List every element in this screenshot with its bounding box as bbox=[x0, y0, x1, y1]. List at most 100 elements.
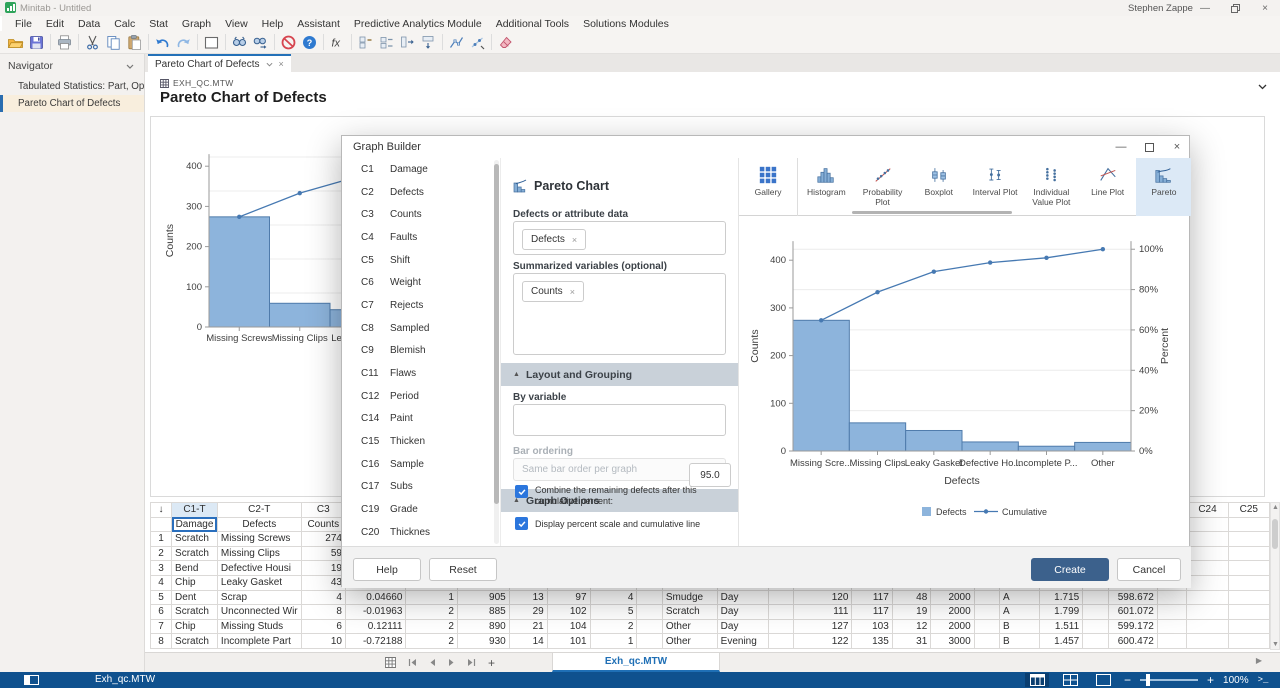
cell[interactable]: 117 bbox=[852, 605, 892, 620]
menu-predictive-analytics-module[interactable]: Predictive Analytics Module bbox=[347, 18, 489, 30]
cell[interactable]: 97 bbox=[547, 590, 590, 605]
cell[interactable]: Incomplete Part bbox=[217, 634, 301, 649]
gallery-item-probability-plot[interactable]: Probability Plot bbox=[854, 158, 910, 216]
row-number[interactable]: 7 bbox=[151, 619, 172, 634]
column-name-cell[interactable]: Counts bbox=[301, 517, 345, 532]
cell[interactable] bbox=[637, 619, 662, 634]
cell[interactable] bbox=[1083, 605, 1108, 620]
cell[interactable]: Unconnected Wir bbox=[217, 605, 301, 620]
cell[interactable]: 21 bbox=[509, 619, 547, 634]
cell[interactable]: 2000 bbox=[931, 590, 974, 605]
cell[interactable]: 598.672 bbox=[1108, 590, 1157, 605]
cell[interactable] bbox=[1187, 605, 1228, 620]
cell[interactable]: 6 bbox=[301, 619, 345, 634]
cell[interactable]: 274 bbox=[301, 532, 345, 547]
gallery-scrollbar[interactable] bbox=[852, 211, 1012, 214]
cancel-button[interactable]: Cancel bbox=[1117, 558, 1181, 581]
cell[interactable]: 2 bbox=[406, 619, 457, 634]
worksheet-vertical-scrollbar[interactable]: ▲ ▼ bbox=[1270, 502, 1280, 650]
select-window-icon[interactable] bbox=[201, 32, 222, 53]
column-item-c1[interactable]: C1Damage bbox=[342, 158, 500, 181]
cell[interactable]: 101 bbox=[547, 634, 590, 649]
cell[interactable]: Evening bbox=[717, 634, 768, 649]
find-icon[interactable] bbox=[229, 32, 250, 53]
scroll-down-icon[interactable]: ▼ bbox=[1272, 641, 1279, 648]
cell[interactable] bbox=[1187, 619, 1228, 634]
cell[interactable]: 14 bbox=[509, 634, 547, 649]
gallery-item-interval-plot[interactable]: Interval Plot bbox=[967, 158, 1023, 216]
menu-view[interactable]: View bbox=[218, 18, 255, 30]
cell[interactable]: Scratch bbox=[172, 634, 218, 649]
cell[interactable] bbox=[974, 619, 999, 634]
cell[interactable] bbox=[768, 590, 793, 605]
column-header-C25[interactable]: C25 bbox=[1228, 503, 1269, 518]
menu-edit[interactable]: Edit bbox=[39, 18, 71, 30]
cell[interactable]: 1.799 bbox=[1039, 605, 1083, 620]
previous-sheet-icon[interactable] bbox=[429, 658, 436, 667]
cell[interactable] bbox=[637, 634, 662, 649]
cell[interactable]: 2 bbox=[406, 605, 457, 620]
save-icon[interactable] bbox=[26, 32, 47, 53]
menu-additional-tools[interactable]: Additional Tools bbox=[489, 18, 576, 30]
redo-icon[interactable] bbox=[173, 32, 194, 53]
print-icon[interactable] bbox=[54, 32, 75, 53]
menu-stat[interactable]: Stat bbox=[142, 18, 175, 30]
cell[interactable]: Scratch bbox=[172, 546, 218, 561]
cell[interactable]: 885 bbox=[457, 605, 509, 620]
menu-calc[interactable]: Calc bbox=[107, 18, 142, 30]
cell[interactable] bbox=[637, 605, 662, 620]
cell[interactable]: B bbox=[1000, 634, 1039, 649]
gallery-item-individual-value-plot[interactable]: Individual Value Plot bbox=[1023, 158, 1079, 216]
gallery-item-pareto[interactable]: Pareto bbox=[1136, 158, 1191, 216]
cell[interactable]: 8 bbox=[301, 605, 345, 620]
undo-icon[interactable] bbox=[152, 32, 173, 53]
cell[interactable] bbox=[768, 634, 793, 649]
cell[interactable]: 890 bbox=[457, 619, 509, 634]
cell[interactable]: 117 bbox=[852, 590, 892, 605]
cell[interactable]: 905 bbox=[457, 590, 509, 605]
select-points-icon[interactable] bbox=[467, 32, 488, 53]
cell[interactable] bbox=[1083, 634, 1108, 649]
cell[interactable]: Day bbox=[717, 590, 768, 605]
column-item-c8[interactable]: C8Sampled bbox=[342, 317, 500, 340]
cell[interactable]: 1.715 bbox=[1039, 590, 1083, 605]
stop-icon[interactable] bbox=[278, 32, 299, 53]
cell[interactable] bbox=[974, 590, 999, 605]
cell[interactable]: 1 bbox=[590, 634, 637, 649]
cell[interactable]: Smudge bbox=[662, 590, 717, 605]
add-sheet-icon[interactable]: + bbox=[488, 656, 495, 670]
column-item-c19[interactable]: C19Grade bbox=[342, 498, 500, 521]
tab-pareto-chart-of-defects[interactable]: Pareto Chart of Defects × bbox=[148, 54, 291, 72]
cell[interactable]: Missing Clips bbox=[217, 546, 301, 561]
column-item-c4[interactable]: C4Faults bbox=[342, 226, 500, 249]
column-item-c5[interactable]: C5Shift bbox=[342, 249, 500, 272]
section-layout-grouping[interactable]: ▲Layout and Grouping bbox=[501, 363, 738, 386]
command-line-icon[interactable]: >_ bbox=[1258, 675, 1269, 685]
cell[interactable] bbox=[1083, 590, 1108, 605]
output-view-icon[interactable] bbox=[1091, 673, 1115, 687]
reset-button[interactable]: Reset bbox=[429, 558, 497, 581]
cell[interactable]: 59 bbox=[301, 546, 345, 561]
cell[interactable]: Other bbox=[662, 634, 717, 649]
cell[interactable] bbox=[1187, 634, 1228, 649]
cell[interactable]: Scratch bbox=[662, 605, 717, 620]
dialog-close-icon[interactable]: × bbox=[1165, 138, 1189, 156]
cell[interactable]: Chip bbox=[172, 575, 218, 590]
cell[interactable]: 1 bbox=[406, 590, 457, 605]
cell[interactable]: Chip bbox=[172, 619, 218, 634]
remove-chip-icon[interactable]: × bbox=[570, 287, 575, 297]
cell[interactable]: Scratch bbox=[172, 605, 218, 620]
close-icon[interactable]: × bbox=[1254, 1, 1276, 15]
cell[interactable] bbox=[1228, 546, 1269, 561]
create-button[interactable]: Create bbox=[1031, 558, 1109, 581]
row-number[interactable]: 8 bbox=[151, 634, 172, 649]
menu-assistant[interactable]: Assistant bbox=[290, 18, 347, 30]
cell[interactable] bbox=[1083, 619, 1108, 634]
minimize-icon[interactable]: — bbox=[1194, 1, 1216, 15]
column-item-c11[interactable]: C11Flaws bbox=[342, 362, 500, 385]
cell[interactable]: Missing Screws bbox=[217, 532, 301, 547]
column-name-cell[interactable]: Defects bbox=[217, 517, 301, 532]
cell[interactable]: 111 bbox=[794, 605, 852, 620]
copy-icon[interactable] bbox=[103, 32, 124, 53]
cell[interactable]: 135 bbox=[852, 634, 892, 649]
